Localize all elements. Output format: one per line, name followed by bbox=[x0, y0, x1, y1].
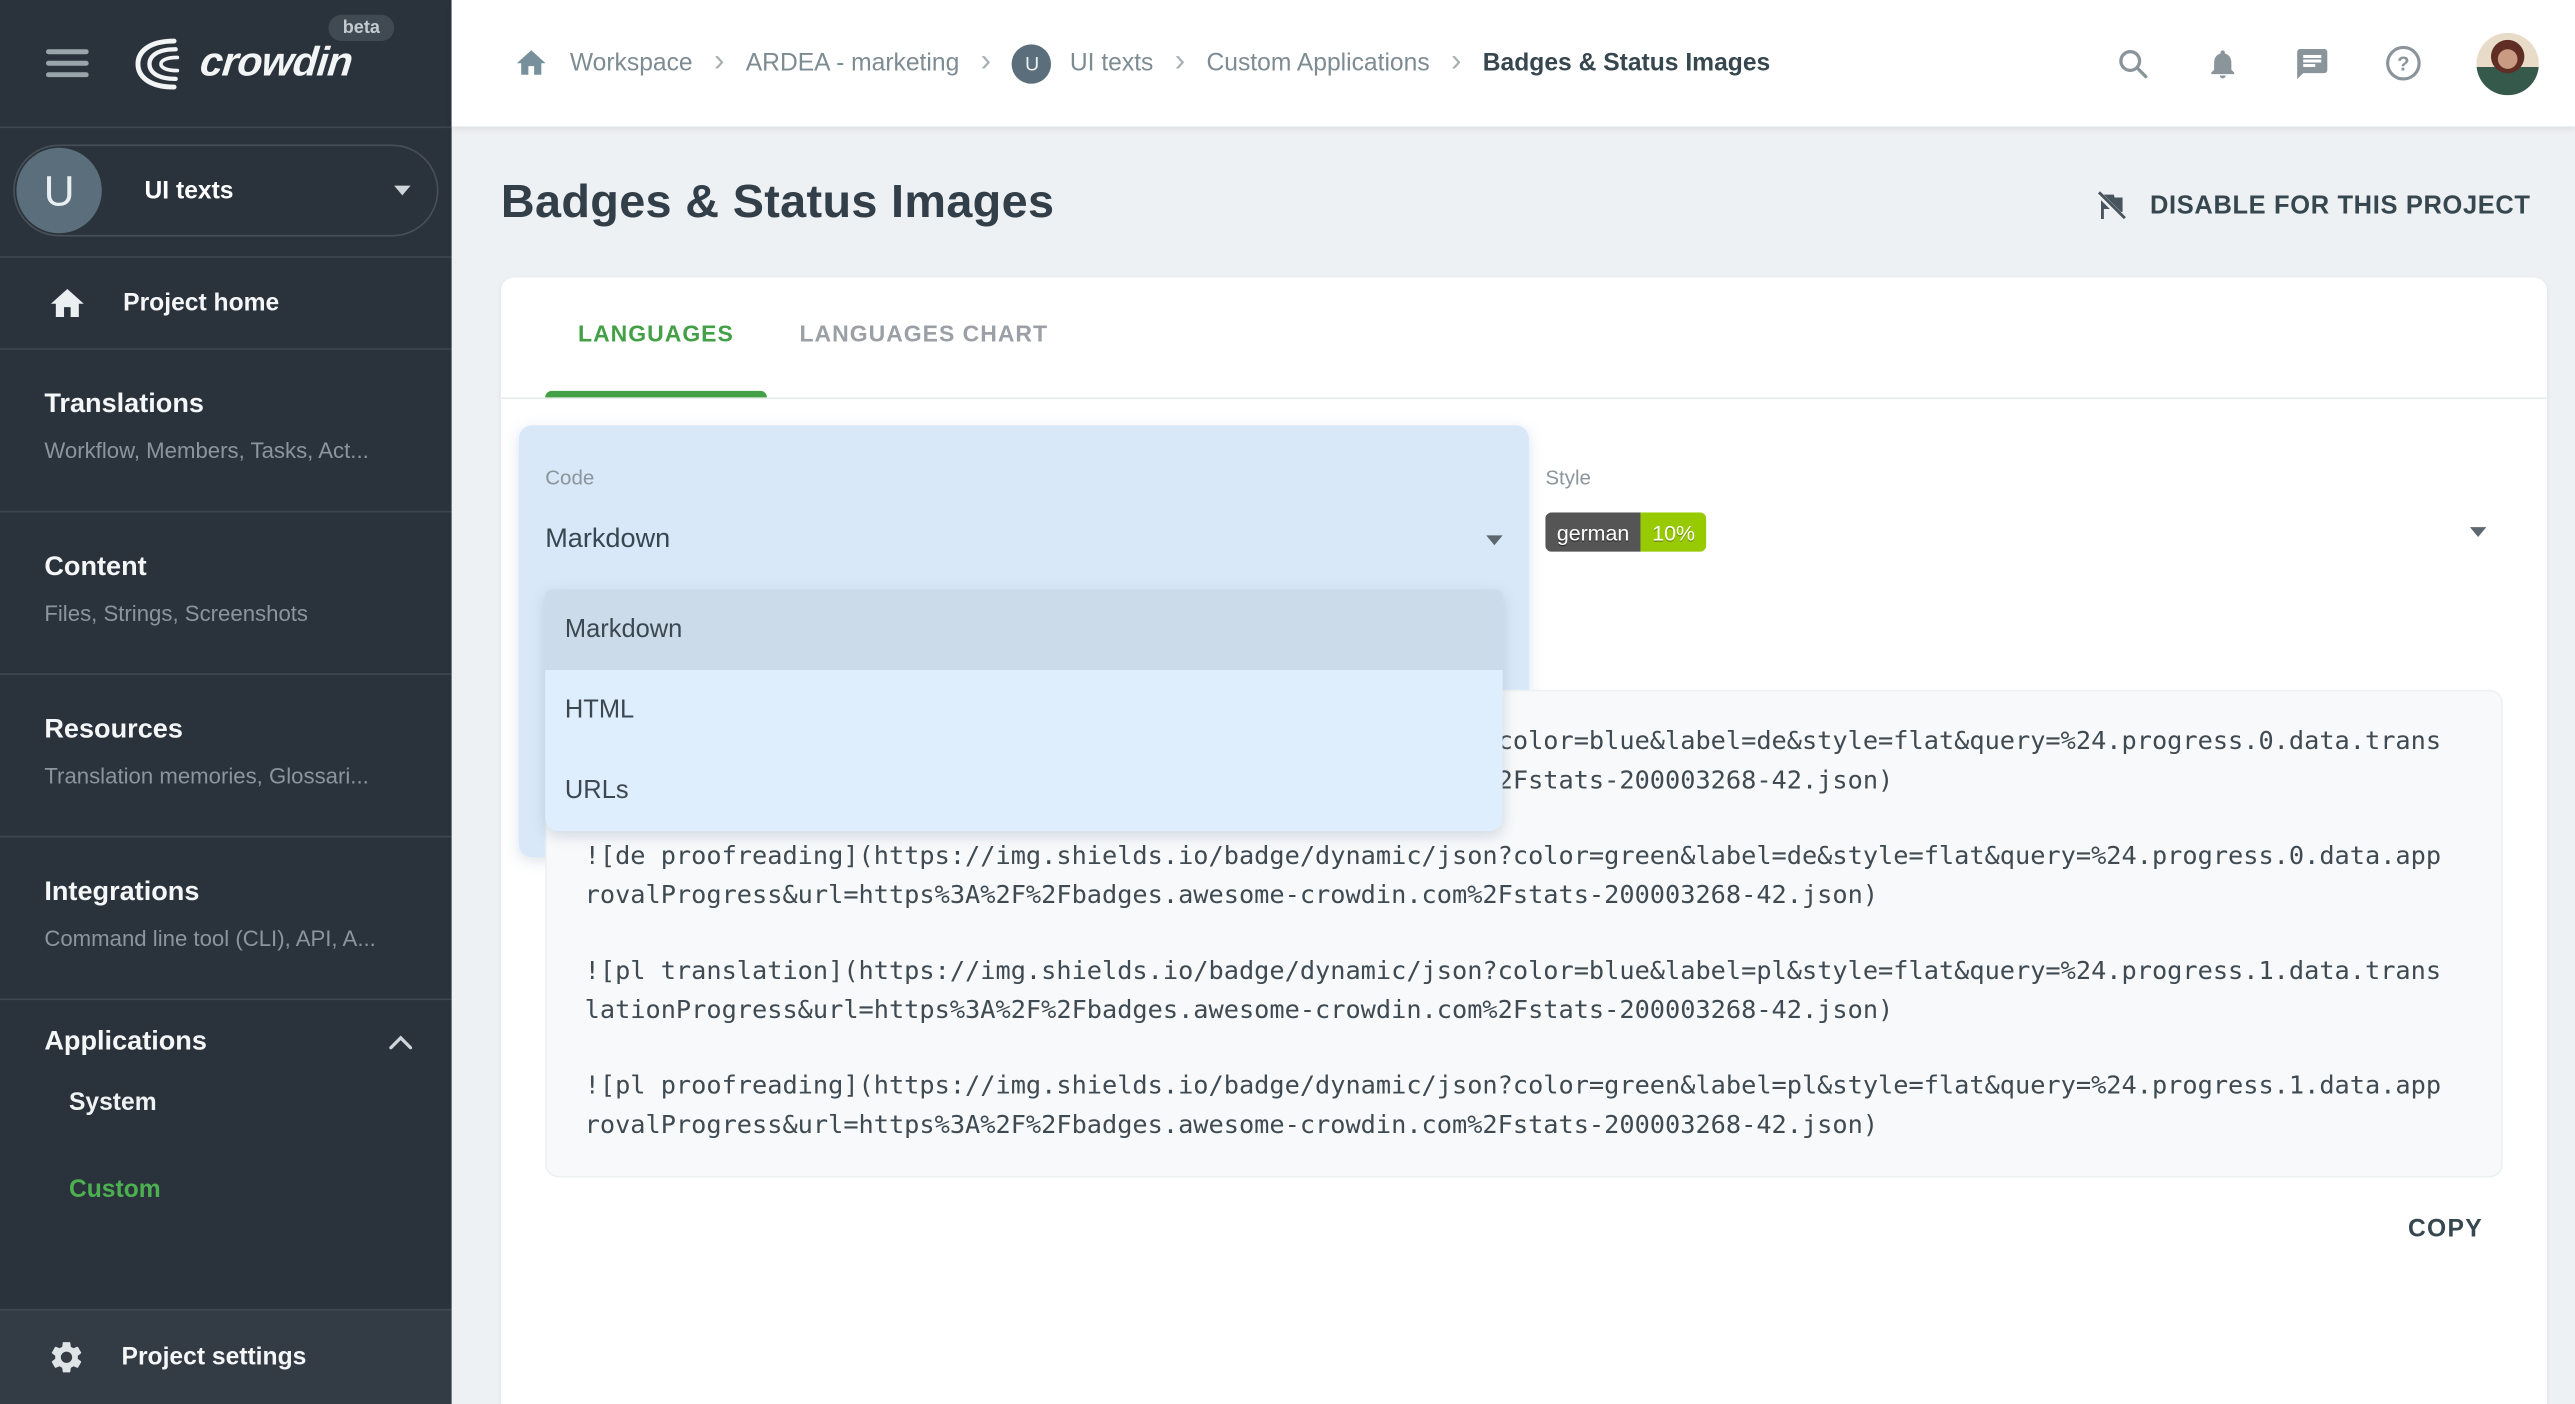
chevron-right-icon: › bbox=[981, 46, 991, 77]
disable-for-project-button[interactable]: DISABLE FOR THIS PROJECT bbox=[2094, 189, 2530, 223]
page-title: Badges & Status Images bbox=[501, 176, 1054, 230]
style-select-column: Style german 10% bbox=[1545, 450, 2502, 690]
sidebar-item-resources[interactable]: Resources Translation memories, Glossari… bbox=[0, 675, 452, 838]
chevron-down-icon bbox=[2470, 527, 2486, 537]
style-select[interactable]: german 10% bbox=[1545, 512, 2502, 551]
section-subtitle: Workflow, Members, Tasks, Act... bbox=[44, 438, 425, 463]
chevron-up-icon bbox=[389, 1035, 412, 1050]
code-actions: COPY bbox=[501, 1177, 2547, 1243]
sidebar-item-project-home[interactable]: Project home bbox=[0, 258, 452, 350]
svg-text:?: ? bbox=[2397, 52, 2409, 75]
app-window: crowdin beta U UI texts Project home Tra… bbox=[0, 0, 2575, 1404]
breadcrumb-custom-applications[interactable]: Custom Applications bbox=[1206, 49, 1429, 77]
badge-label: german bbox=[1545, 512, 1640, 551]
copy-button[interactable]: COPY bbox=[2408, 1215, 2483, 1243]
code-select-label: Code bbox=[545, 466, 1502, 489]
section-title: Integrations bbox=[44, 877, 425, 908]
badge-value: 10% bbox=[1641, 512, 1707, 551]
section-title: Resources bbox=[44, 714, 425, 745]
tab-languages[interactable]: LANGUAGES bbox=[545, 278, 766, 398]
section-title: Content bbox=[44, 552, 425, 583]
chevron-down-icon bbox=[394, 186, 410, 196]
applications-header[interactable]: Applications bbox=[44, 1026, 425, 1057]
sidebar-item-content[interactable]: Content Files, Strings, Screenshots bbox=[0, 512, 452, 675]
tab-label: LANGUAGES bbox=[578, 320, 734, 346]
code-select[interactable]: Markdown bbox=[545, 524, 1502, 555]
code-select-menu: Markdown HTML URLs bbox=[545, 590, 1502, 831]
section-title: Translations bbox=[44, 389, 425, 420]
crowdin-logo-icon bbox=[125, 34, 191, 93]
chevron-right-icon: › bbox=[1175, 46, 1185, 77]
badges-card: LANGUAGES LANGUAGES CHART Code Markdown bbox=[501, 278, 2547, 1404]
breadcrumb-ui-texts[interactable]: UI texts bbox=[1070, 49, 1154, 77]
section-subtitle: Translation memories, Glossari... bbox=[44, 764, 425, 789]
code-entry: ![pl proofreading](https://img.shields.i… bbox=[585, 1067, 2501, 1144]
sidebar-item-project-settings[interactable]: Project settings bbox=[0, 1309, 452, 1404]
help-icon[interactable]: ? bbox=[2385, 44, 2423, 82]
sidebar-header: crowdin beta bbox=[0, 0, 452, 128]
gear-icon bbox=[48, 1338, 86, 1376]
hamburger-menu-icon[interactable] bbox=[46, 43, 89, 84]
page-header: Badges & Status Images DISABLE FOR THIS … bbox=[501, 176, 2547, 230]
sidebar-group-applications: Applications System Custom bbox=[0, 1000, 452, 1232]
main-area: Workspace › ARDEA - marketing › U UI tex… bbox=[452, 0, 2575, 1404]
tab-bar: LANGUAGES LANGUAGES CHART bbox=[501, 278, 2547, 400]
style-badge-preview: german 10% bbox=[1545, 512, 1706, 551]
menu-option-html[interactable]: HTML bbox=[545, 670, 1502, 750]
home-icon bbox=[48, 283, 87, 322]
badge-options-row: Code Markdown Markdown HTML URLs bbox=[501, 450, 2547, 690]
project-avatar: U bbox=[16, 148, 101, 233]
code-select-column: Code Markdown Markdown HTML URLs bbox=[545, 450, 1502, 690]
top-bar: Workspace › ARDEA - marketing › U UI tex… bbox=[452, 0, 2575, 126]
code-select-open-panel: Code Markdown Markdown HTML URLs bbox=[519, 425, 1529, 857]
sidebar-item-integrations[interactable]: Integrations Command line tool (CLI), AP… bbox=[0, 838, 452, 1001]
crowdin-logo-text: crowdin bbox=[198, 39, 355, 87]
sidebar: crowdin beta U UI texts Project home Tra… bbox=[0, 0, 452, 1404]
applications-title: Applications bbox=[44, 1026, 207, 1057]
code-entry: ![de proofreading](https://img.shields.i… bbox=[585, 838, 2501, 915]
project-selector-wrap: U UI texts bbox=[0, 128, 452, 258]
tab-label: LANGUAGES CHART bbox=[800, 320, 1049, 346]
breadcrumb-project-avatar: U bbox=[1012, 44, 1051, 83]
messages-icon[interactable] bbox=[2294, 45, 2330, 81]
breadcrumb-current-page: Badges & Status Images bbox=[1483, 49, 1770, 77]
beta-badge: beta bbox=[328, 14, 395, 40]
sidebar-item-label: Project home bbox=[123, 289, 279, 317]
sidebar-item-translations[interactable]: Translations Workflow, Members, Tasks, A… bbox=[0, 350, 452, 513]
sidebar-item-label: Project settings bbox=[122, 1343, 307, 1371]
menu-option-urls[interactable]: URLs bbox=[545, 750, 1502, 830]
code-select-value: Markdown bbox=[545, 524, 670, 555]
active-tab-indicator bbox=[545, 391, 766, 398]
section-subtitle: Files, Strings, Screenshots bbox=[44, 601, 425, 626]
flag-off-icon bbox=[2094, 189, 2128, 223]
menu-option-markdown[interactable]: Markdown bbox=[545, 590, 1502, 670]
topbar-actions: ? bbox=[2115, 32, 2539, 94]
disable-button-label: DISABLE FOR THIS PROJECT bbox=[2150, 191, 2531, 221]
crowdin-logo[interactable]: crowdin beta bbox=[125, 34, 352, 93]
project-selector[interactable]: U UI texts bbox=[13, 145, 438, 237]
project-name: UI texts bbox=[145, 177, 234, 205]
sidebar-item-custom[interactable]: Custom bbox=[44, 1145, 425, 1232]
user-avatar[interactable] bbox=[2476, 32, 2538, 94]
home-icon[interactable] bbox=[514, 46, 548, 80]
chevron-right-icon: › bbox=[1451, 46, 1461, 77]
breadcrumb: Workspace › ARDEA - marketing › U UI tex… bbox=[514, 44, 1770, 83]
notifications-icon[interactable] bbox=[2206, 45, 2240, 81]
section-subtitle: Command line tool (CLI), API, A... bbox=[44, 926, 425, 951]
tab-languages-chart[interactable]: LANGUAGES CHART bbox=[767, 278, 1081, 398]
breadcrumb-workspace[interactable]: Workspace bbox=[570, 49, 693, 77]
page-content: Badges & Status Images DISABLE FOR THIS … bbox=[452, 126, 2575, 1404]
chevron-down-icon bbox=[1486, 535, 1502, 545]
breadcrumb-ardea-marketing[interactable]: ARDEA - marketing bbox=[746, 49, 960, 77]
sidebar-item-system[interactable]: System bbox=[44, 1058, 425, 1145]
search-icon[interactable] bbox=[2115, 45, 2151, 81]
code-entry: ![pl translation](https://img.shields.io… bbox=[585, 952, 2501, 1029]
chevron-right-icon: › bbox=[714, 46, 724, 77]
style-select-label: Style bbox=[1545, 466, 2502, 489]
